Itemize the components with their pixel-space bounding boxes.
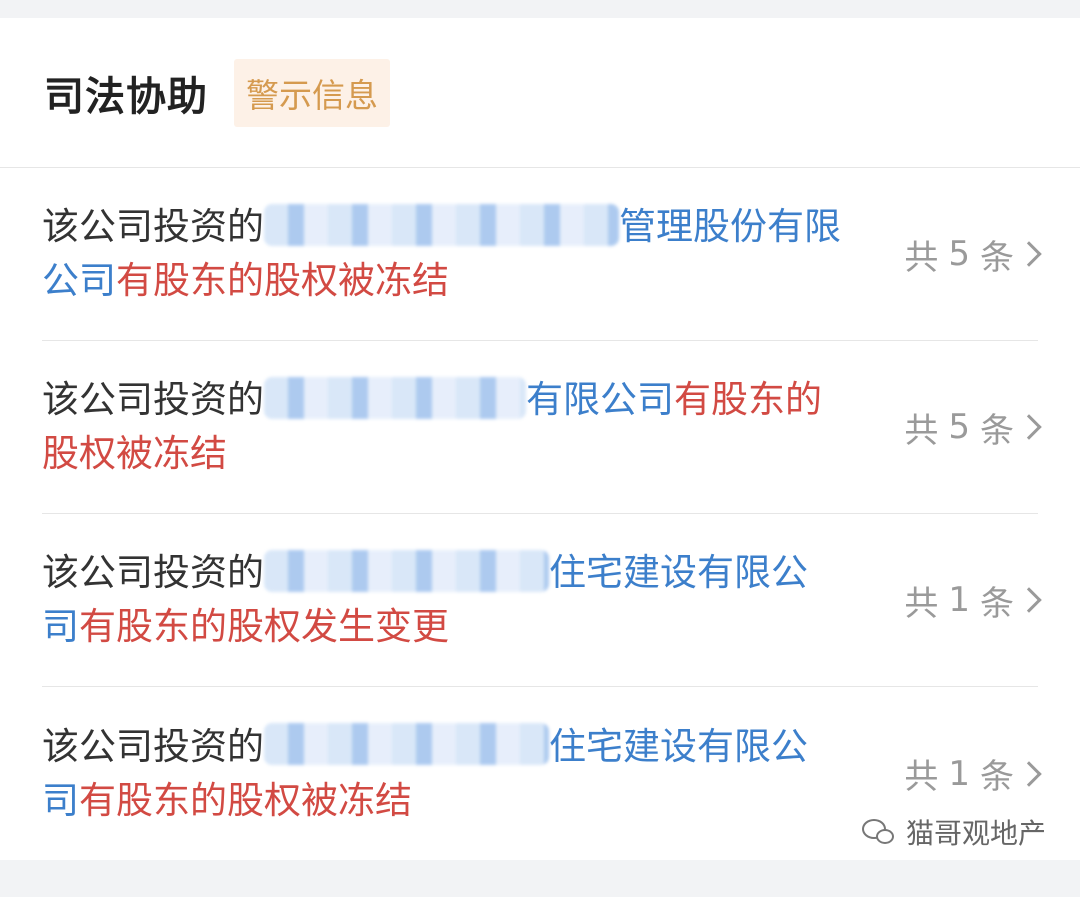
count-link[interactable]: 共 5 条 [904,403,1042,452]
chevron-right-icon [1016,241,1042,267]
list-item-text: 该公司投资的 有限公司有股东的股权被冻结 [42,373,842,481]
count-number: 5 [948,407,970,447]
item-prefix: 该公司投资的 [42,724,264,768]
count-prefix: 共 [904,583,939,624]
redacted-company-name [264,549,549,592]
list-item[interactable]: 该公司投资的 管理股份有限公司有股东的股权被冻结 共 5 条 [42,168,1042,341]
count-link[interactable]: 共 1 条 [904,749,1042,798]
count-suffix: 条 [980,410,1014,451]
chevron-right-icon [1016,760,1042,787]
count-link[interactable]: 共 5 条 [904,230,1042,279]
count-prefix: 共 [904,410,939,451]
item-prefix: 该公司投资的 [42,551,264,594]
list-item-text: 该公司投资的 住宅建设有限公司有股东的股权发生变更 [42,546,842,654]
item-prefix: 该公司投资的 [42,205,264,248]
section-title: 司法协助 [44,73,208,120]
watermark: 猫哥观地产 [861,812,1046,852]
section-header: 司法协助 警示信息 [0,18,1080,168]
redacted-company-name [264,203,619,246]
count-number: 5 [948,234,970,274]
chevron-right-icon [1016,587,1042,613]
list-item[interactable]: 该公司投资的 有限公司有股东的股权被冻结 共 5 条 [42,341,1042,514]
count-link[interactable]: 共 1 条 [904,576,1042,625]
event-text: 有股东的股权发生变更 [79,605,449,648]
item-prefix: 该公司投资的 [42,378,264,421]
top-gap [0,0,1080,18]
count-suffix: 条 [980,583,1014,624]
redacted-company-name [264,723,549,765]
count-number: 1 [948,580,970,620]
bottom-gap [0,860,1080,897]
warning-badge: 警示信息 [234,58,390,127]
list-item[interactable]: 该公司投资的 住宅建设有限公司有股东的股权发生变更 共 1 条 [42,514,1042,687]
company-link[interactable]: 有限公司 [526,378,674,421]
list-item-text: 该公司投资的 住宅建设有限公司有股东的股权被冻结 [42,720,842,828]
count-number: 1 [948,753,970,794]
count-prefix: 共 [904,237,939,278]
count-suffix: 条 [980,757,1014,797]
redacted-company-name [264,376,526,419]
event-text: 有股东的股权被冻结 [116,259,449,302]
watermark-text: 猫哥观地产 [905,817,1046,850]
count-suffix: 条 [980,237,1014,278]
wechat-icon [861,817,898,847]
judicial-list: 该公司投资的 管理股份有限公司有股东的股权被冻结 共 5 条 该公司投资的 有限公司… [0,168,1080,860]
judicial-assistance-card: 司法协助 警示信息 该公司投资的 管理股份有限公司有股东的股权被冻结 共 5 条 … [0,18,1080,860]
list-item-text: 该公司投资的 管理股份有限公司有股东的股权被冻结 [42,200,842,308]
event-text: 有股东的股权被冻结 [79,778,412,822]
count-prefix: 共 [904,757,939,797]
chevron-right-icon [1016,414,1042,440]
